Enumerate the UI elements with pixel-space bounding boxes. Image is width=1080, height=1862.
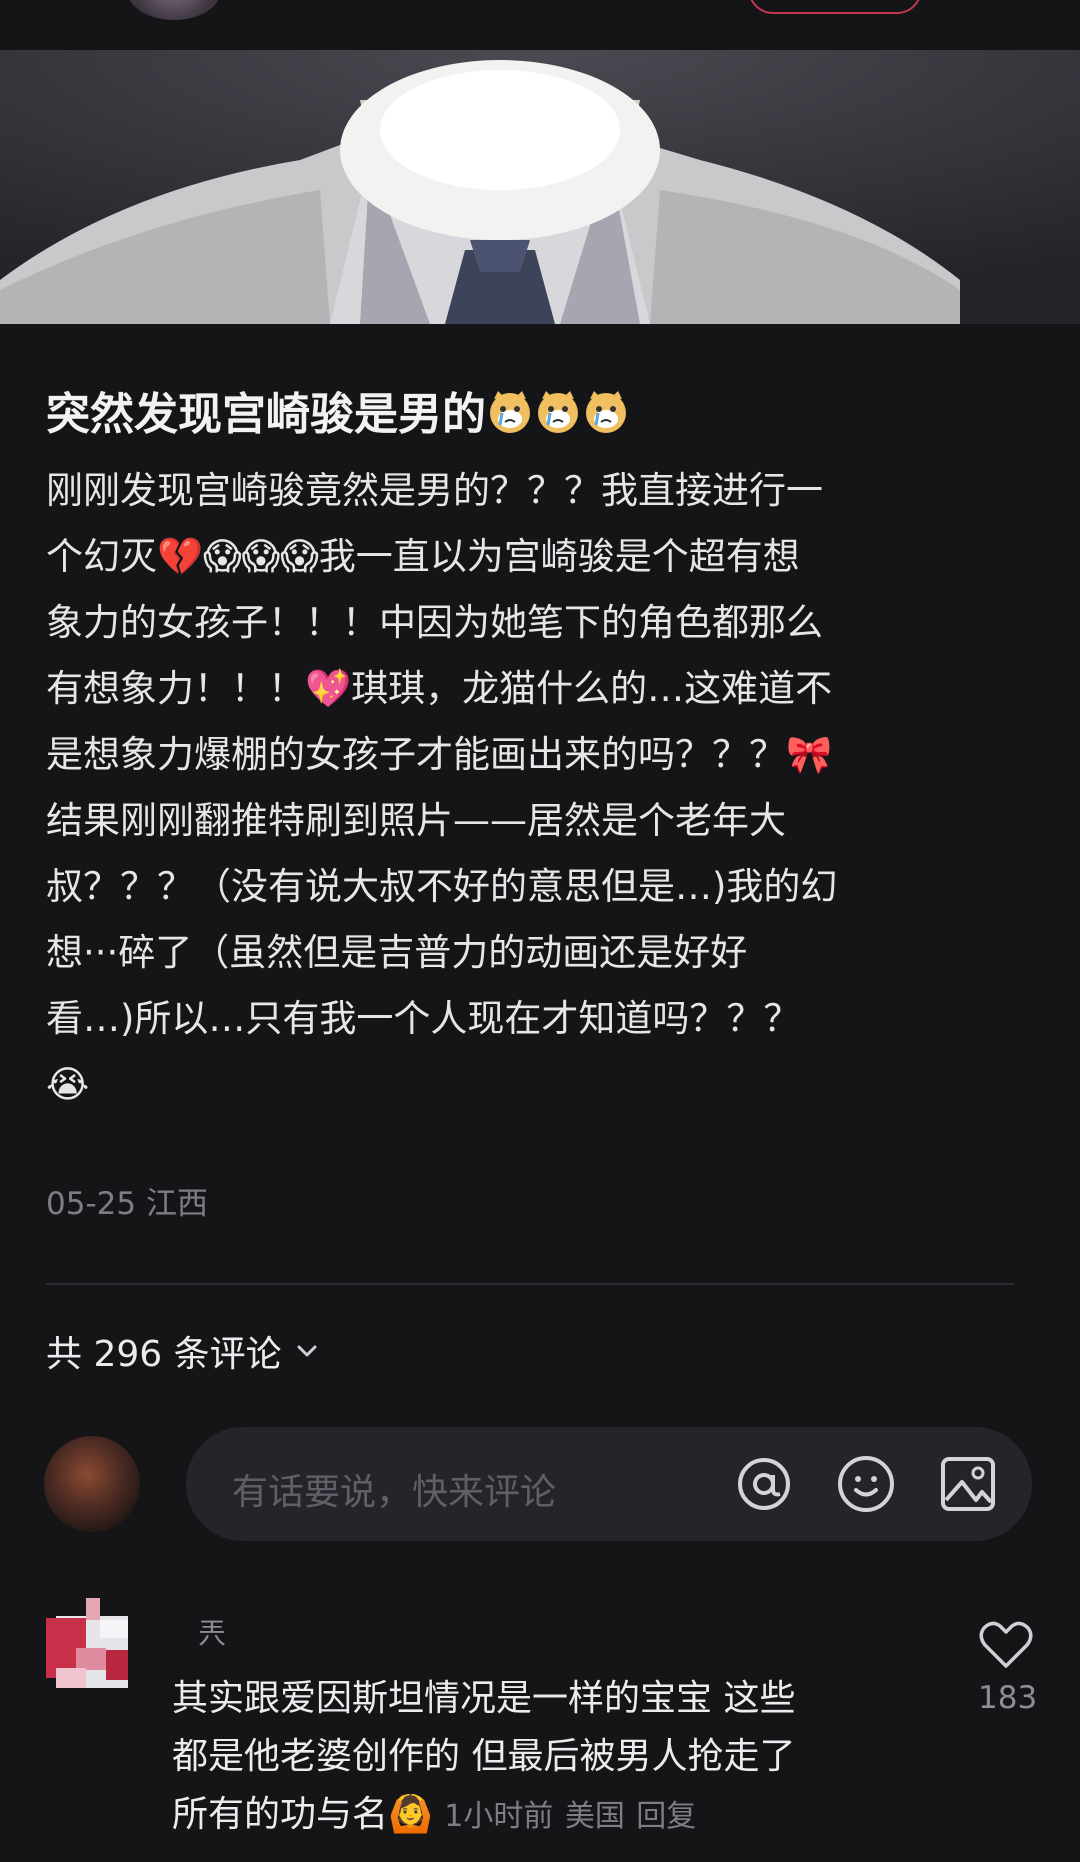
post-body-line: 刚刚发现宫崎骏竟然是男的？？？我直接进行一 [46,469,823,512]
commenter-name[interactable]: 兲 [198,1612,226,1652]
post-body-line: 结果刚刚翻推特刷到照片——居然是个老年大 [46,799,786,842]
post-body-line: 想···碎了（虽然但是吉普力的动画还是好好 [46,931,748,974]
follow-button[interactable] [748,0,922,14]
divider [46,1283,1014,1285]
comment-location: 美国 [564,1799,625,1834]
post-body-line: 有想象力！！！💖琪琪，龙猫什么的…这难道不 [46,667,833,710]
portrait-illustration [0,50,1080,324]
image-icon[interactable] [938,1454,998,1514]
post-body: 刚刚发现宫崎骏竟然是男的？？？我直接进行一 个幻灭💔😱😱😱我一直以为宫崎骏是个超… [46,458,1036,1118]
post-body-line: 看…)所以…只有我一个人现在才知道吗？？？ [46,997,801,1040]
post-body-line: 😭 [46,1063,90,1106]
comment-line-last: 所有的功与名🙆 1小时前 美国 回复 [172,1786,932,1846]
post-title-text: 突然发现宫崎骏是男的 [46,389,486,440]
post-date: 05-25 [46,1186,137,1222]
comment-time: 1小时前 [444,1799,554,1834]
post-body-line: 个幻灭💔😱😱😱我一直以为宫崎骏是个超有想 [46,535,800,578]
comment-line: 所有的功与名🙆 [172,1794,433,1835]
author-avatar[interactable] [128,0,220,20]
post-meta: 05-25 江西 [46,1178,208,1223]
post-body-line: 是想象力爆棚的女孩子才能画出来的吗？？？🎀 [46,733,833,776]
comment-count-toggle[interactable]: 共 296 条评论 [46,1325,322,1377]
post-body-line: 叔？？？（没有说大叔不好的意思但是…)我的幻 [46,865,838,908]
like-count: 183 [978,1680,1038,1716]
post-title: 突然发现宫崎骏是男的 [46,378,630,448]
post-body-line: 象力的女孩子！！！中因为她笔下的角色都那么 [46,601,823,644]
top-bar [0,0,1080,50]
my-avatar [44,1436,140,1532]
commenter-avatar[interactable] [46,1598,138,1690]
comment-line: 都是他老婆创作的 但最后被男人抢走了 [172,1736,796,1777]
chevron-down-icon [297,1345,317,1357]
crying-cat-icon [486,385,630,448]
post-photo[interactable] [0,50,1080,324]
comment-count-label: 共 296 条评论 [46,1334,282,1375]
comment-input[interactable]: 有话要说，快来评论 [186,1427,1032,1541]
heart-icon[interactable] [978,1618,1034,1670]
at-icon[interactable] [734,1454,794,1514]
post-location: 江西 [145,1186,208,1222]
comment-input-placeholder: 有话要说，快来评论 [232,1472,557,1513]
comment-body: 其实跟爱因斯坦情况是一样的宝宝 这些 都是他老婆创作的 但最后被男人抢走了 所有… [172,1670,932,1846]
emoji-icon[interactable] [836,1454,896,1514]
comment-line: 其实跟爱因斯坦情况是一样的宝宝 这些 [172,1678,796,1719]
reply-button[interactable]: 回复 [636,1799,696,1834]
